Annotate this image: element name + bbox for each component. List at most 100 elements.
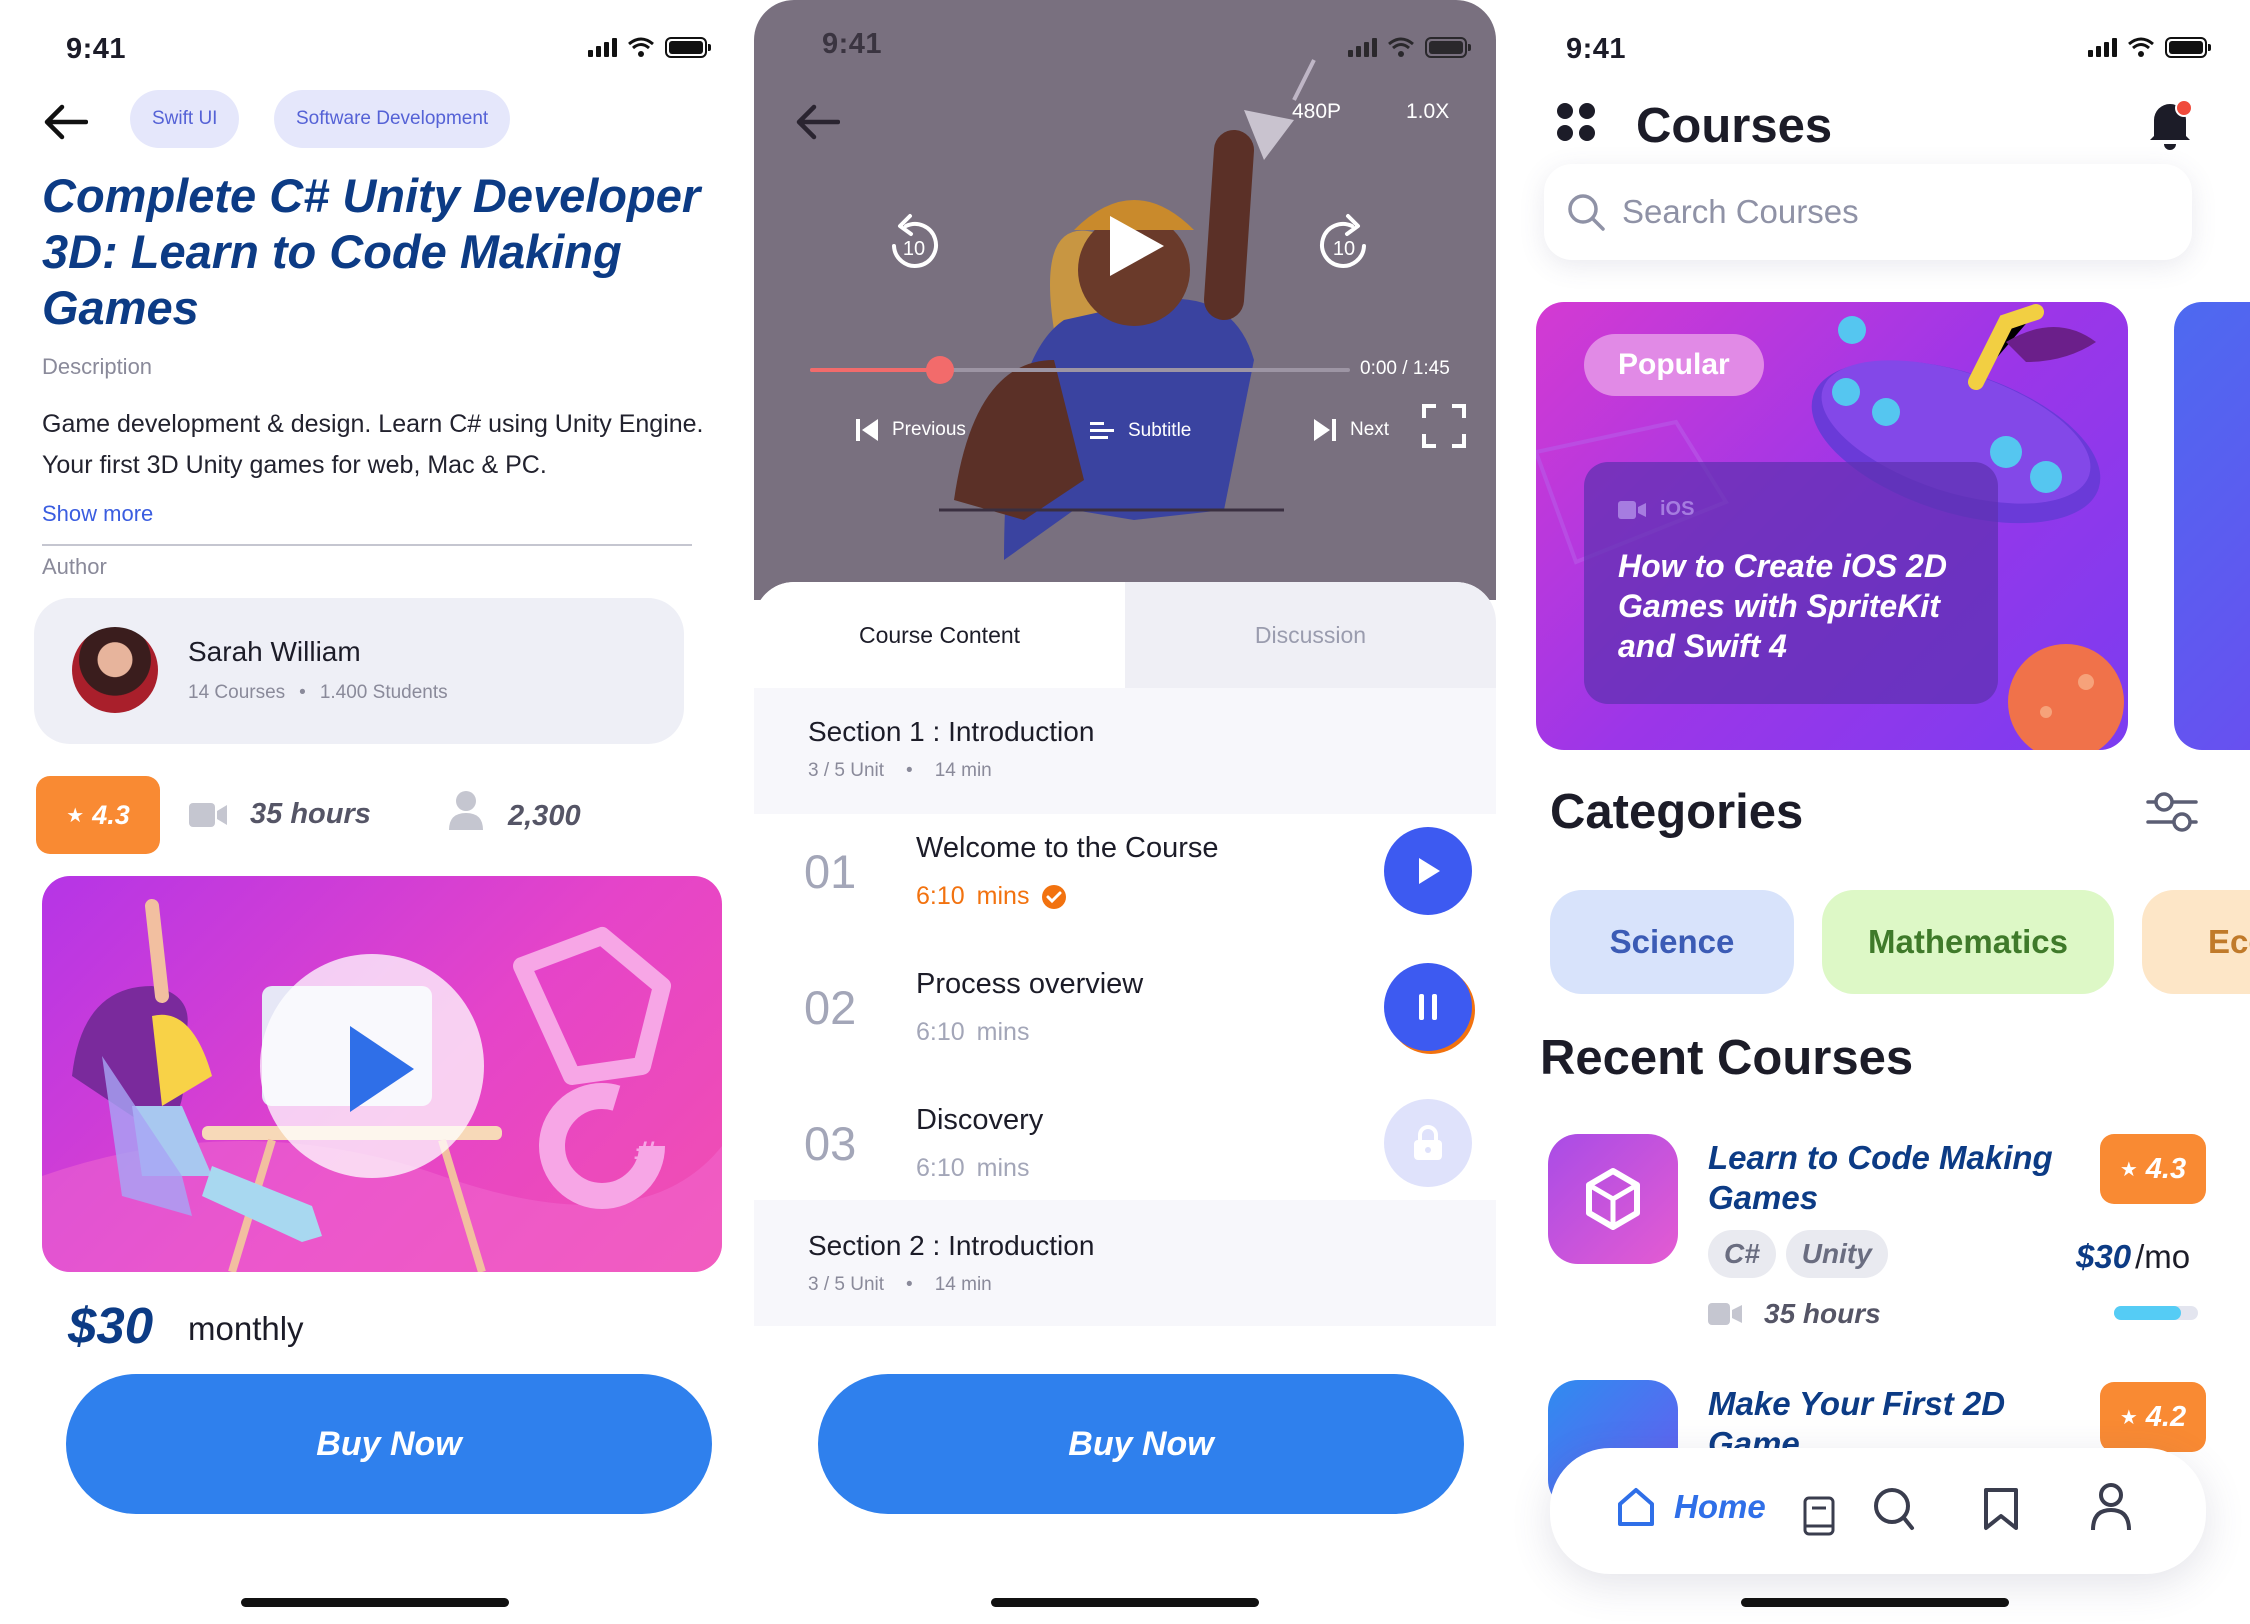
- hours-stat: 35 hours: [250, 798, 371, 830]
- nav-item-home[interactable]: Home: [1616, 1486, 1766, 1528]
- buy-now-button[interactable]: Buy Now: [66, 1374, 712, 1514]
- lesson-title: Discovery: [916, 1104, 1044, 1136]
- platform-label: iOS: [1660, 498, 1695, 520]
- lesson-number: 01: [804, 845, 857, 898]
- price-period: monthly: [188, 1310, 304, 1347]
- tag-chip-swift-ui[interactable]: Swift UI: [130, 90, 240, 148]
- bookmark-icon[interactable]: [1982, 1486, 2020, 1532]
- status-icons: [588, 36, 711, 58]
- rating-badge: ★ 4.2: [2100, 1382, 2206, 1452]
- play-icon[interactable]: [1104, 212, 1168, 280]
- author-card[interactable]: Sarah William 14 Courses • 1.400 Student…: [34, 598, 684, 744]
- back-arrow-icon[interactable]: [44, 104, 88, 140]
- search-input[interactable]: Search Courses: [1622, 193, 1859, 231]
- rating-value: 4.2: [2145, 1400, 2187, 1433]
- lesson-play-button[interactable]: [1384, 827, 1472, 915]
- lesson-row[interactable]: 01 Welcome to the Course 6:10 mins: [754, 820, 1496, 950]
- home-icon: [1618, 1488, 1654, 1526]
- book-icon[interactable]: [1802, 1496, 1836, 1536]
- author-label: Author: [42, 554, 107, 579]
- play-icon: [1419, 858, 1440, 884]
- search-icon[interactable]: [1872, 1486, 1916, 1532]
- price-period: /mo: [2135, 1238, 2191, 1275]
- bullet: •: [906, 1274, 913, 1295]
- rewind-10-button[interactable]: 10: [884, 212, 942, 274]
- author-avatar: [72, 627, 158, 713]
- lesson-duration: 6:10 mins: [916, 882, 1067, 911]
- video-player[interactable]: 9:41 480P 1.0X 10 10 0:00 / 1:45 Previou…: [754, 0, 1496, 600]
- tag-unity: Unity: [1785, 1230, 1888, 1278]
- section-units: 3 / 5 Unit: [808, 1274, 885, 1295]
- previous-button[interactable]: Previous: [856, 418, 966, 442]
- skip-previous-icon: [856, 419, 878, 441]
- lesson-row[interactable]: 02 Process overview 6:10 mins: [754, 956, 1496, 1086]
- lesson-time: 6:10: [916, 1154, 965, 1182]
- battery-icon: [1425, 36, 1471, 58]
- next-button[interactable]: Next: [1314, 418, 1389, 442]
- video-camera-icon: [1618, 500, 1646, 519]
- filter-icon[interactable]: [2146, 790, 2198, 834]
- recent-courses-title: Recent Courses: [1540, 1031, 1914, 1085]
- forward-10-button[interactable]: 10: [1316, 212, 1374, 274]
- description-label: Description: [42, 354, 153, 379]
- tab-discussion[interactable]: Discussion: [1125, 582, 1496, 688]
- lesson-time-unit: mins: [976, 1154, 1030, 1182]
- battery-icon: [2165, 36, 2211, 58]
- wifi-icon: [628, 37, 654, 57]
- category-chip-eco[interactable]: Eco: [2142, 890, 2250, 994]
- fullscreen-icon[interactable]: [1422, 404, 1466, 448]
- buy-now-button[interactable]: Buy Now: [818, 1374, 1464, 1514]
- bullet: •: [906, 760, 913, 781]
- next-featured-card[interactable]: [2174, 302, 2250, 750]
- lesson-time-unit: mins: [976, 1018, 1030, 1046]
- rewind-seconds: 10: [902, 238, 926, 260]
- content-tabs: Course Content Discussion: [754, 582, 1496, 688]
- tag-csharp: C#: [1708, 1230, 1776, 1278]
- profile-icon[interactable]: [2090, 1482, 2132, 1532]
- skip-next-icon: [1314, 419, 1336, 441]
- lesson-time: 6:10: [916, 1018, 965, 1046]
- divider: [42, 544, 692, 546]
- lesson-number: 02: [804, 981, 857, 1034]
- featured-course-card[interactable]: Popular iOS How to Create iOS 2D Games w…: [1536, 302, 2128, 750]
- progress-track[interactable]: [810, 356, 1350, 384]
- lesson-pause-button[interactable]: [1384, 963, 1472, 1051]
- star-icon: ★: [2119, 1406, 2138, 1429]
- svg-text:#: #: [632, 1135, 661, 1175]
- wifi-icon: [2128, 37, 2154, 57]
- user-icon: [449, 791, 483, 830]
- next-label: Next: [1350, 419, 1390, 440]
- course-preview-image[interactable]: #: [42, 876, 722, 1272]
- author-courses: 14 Courses: [188, 682, 286, 703]
- search-icon: [1568, 194, 1605, 231]
- quality-selector[interactable]: 480P: [1292, 100, 1341, 124]
- learners-stat: 2,300: [508, 800, 581, 832]
- category-chip-science[interactable]: Science: [1550, 890, 1794, 994]
- section-header-1[interactable]: Section 1 : Introduction 3 / 5 Unit • 14 m…: [754, 688, 1496, 814]
- lesson-locked-button[interactable]: [1384, 1099, 1472, 1187]
- show-more-link[interactable]: Show more: [42, 501, 153, 527]
- tab-course-content[interactable]: Course Content: [754, 582, 1125, 688]
- progress-knob[interactable]: [925, 356, 954, 384]
- back-arrow-icon[interactable]: [796, 104, 840, 140]
- section-units: 3 / 5 Unit: [808, 760, 885, 781]
- recent-course-card[interactable]: Learn to Code Making Games C# Unity 35 h…: [1548, 1134, 2212, 1344]
- video-camera-icon: [189, 803, 227, 827]
- subtitle-label: Subtitle: [1128, 420, 1192, 441]
- course-title: Complete C# Unity Developer 3D: Learn to…: [42, 169, 701, 334]
- category-chip-mathematics[interactable]: Mathematics: [1822, 890, 2114, 994]
- search-bar[interactable]: Search Courses: [1544, 164, 2192, 260]
- notification-bell-icon[interactable]: [2146, 98, 2194, 150]
- subtitle-button[interactable]: Subtitle: [1090, 420, 1191, 442]
- tag-chip-software-development[interactable]: Software Development: [274, 90, 511, 148]
- menu-grid-icon[interactable]: [1556, 102, 1596, 142]
- lesson-duration: 6:10 mins: [916, 1154, 1029, 1183]
- subtitle-icon: [1090, 422, 1114, 439]
- course-detail-screen: 9:41 Swift UI Software Development Compl…: [0, 0, 750, 1624]
- section-header-2[interactable]: Section 2 : Introduction 3 / 5 Unit • 14 m…: [754, 1200, 1496, 1326]
- pause-icon: [1419, 994, 1437, 1020]
- price-value: $30: [68, 1297, 154, 1354]
- completed-check-icon: [1042, 884, 1067, 909]
- speed-selector[interactable]: 1.0X: [1406, 100, 1449, 124]
- section-duration: 14 min: [934, 760, 992, 781]
